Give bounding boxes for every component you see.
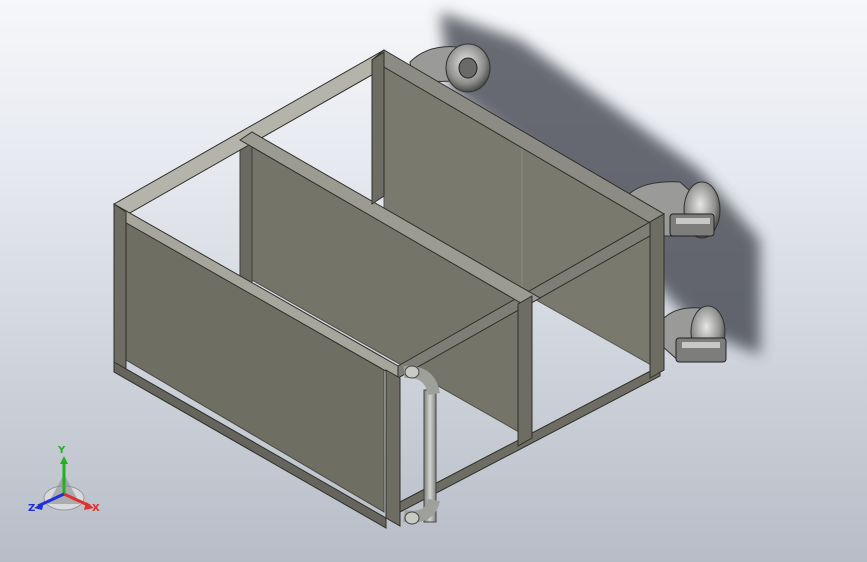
- coordinate-triad-icon: [34, 456, 94, 511]
- caster-wheel-right-lower: [661, 305, 727, 363]
- x-axis-label: X: [92, 503, 100, 514]
- cad-graphics-viewport[interactable]: Y X Z: [0, 0, 867, 562]
- cart-frame-model[interactable]: [0, 0, 867, 562]
- rear-left-post: [239, 139, 253, 291]
- y-axis-label: Y: [58, 445, 66, 456]
- z-axis-label: Z: [28, 503, 36, 514]
- coordinate-triad[interactable]: Y X Z: [24, 446, 104, 526]
